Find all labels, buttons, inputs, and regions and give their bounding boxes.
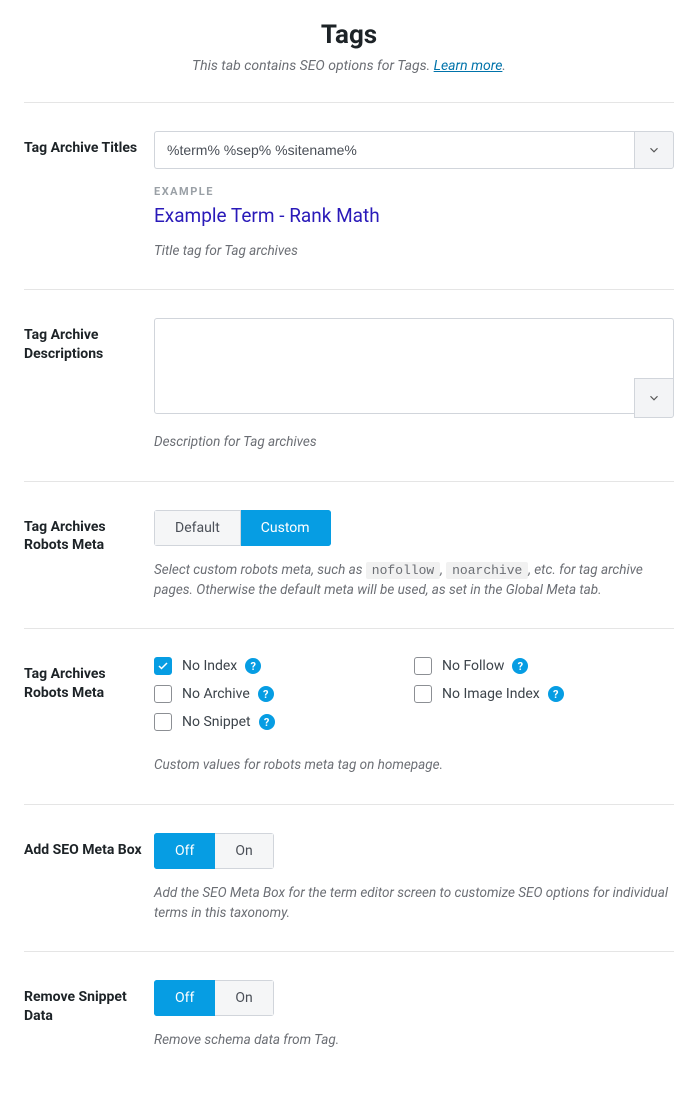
page-subtitle: This tab contains SEO options for Tags. … — [24, 58, 674, 74]
help-icon[interactable]: ? — [245, 658, 261, 674]
snippet-label: Remove Snippet Data — [24, 980, 154, 1050]
noindex-label: No Index — [182, 658, 237, 674]
nofollow-checkbox[interactable] — [414, 657, 432, 675]
tag-titles-help: Title tag for Tag archives — [154, 241, 674, 261]
metabox-help: Add the SEO Meta Box for the term editor… — [154, 883, 674, 924]
noimageindex-checkbox[interactable] — [414, 685, 432, 703]
snippet-help: Remove schema data from Tag. — [154, 1030, 674, 1050]
chevron-down-icon — [647, 143, 661, 157]
robots-checks-help: Custom values for robots meta tag on hom… — [154, 755, 674, 775]
page-title: Tags — [24, 20, 674, 50]
tag-titles-label: Tag Archive Titles — [24, 131, 154, 261]
robots-default-button[interactable]: Default — [154, 510, 241, 546]
tag-desc-textarea[interactable] — [154, 318, 674, 414]
snippet-off-button[interactable]: Off — [154, 980, 215, 1016]
example-label: EXAMPLE — [154, 185, 674, 198]
help-icon[interactable]: ? — [259, 714, 275, 730]
noarchive-checkbox[interactable] — [154, 685, 172, 703]
example-preview: Example Term - Rank Math — [154, 204, 674, 227]
help-icon[interactable]: ? — [548, 686, 564, 702]
metabox-label: Add SEO Meta Box — [24, 833, 154, 924]
robots-type-help: Select custom robots meta, such as nofol… — [154, 560, 674, 601]
tag-desc-label: Tag Archive Descriptions — [24, 318, 154, 452]
tag-desc-dropdown[interactable] — [634, 378, 674, 418]
help-icon[interactable]: ? — [258, 686, 274, 702]
nofollow-label: No Follow — [442, 658, 504, 674]
tag-titles-dropdown[interactable] — [634, 131, 674, 169]
metabox-on-button[interactable]: On — [215, 833, 273, 869]
robots-checks-label: Tag Archives Robots Meta — [24, 657, 154, 775]
snippet-on-button[interactable]: On — [215, 980, 273, 1016]
noindex-checkbox[interactable] — [154, 657, 172, 675]
tag-desc-help: Description for Tag archives — [154, 432, 674, 452]
robots-custom-button[interactable]: Custom — [241, 510, 331, 546]
noarchive-label: No Archive — [182, 686, 250, 702]
chevron-down-icon — [647, 391, 661, 405]
robots-meta-type-label: Tag Archives Robots Meta — [24, 510, 154, 601]
nosnippet-checkbox[interactable] — [154, 713, 172, 731]
nosnippet-label: No Snippet — [182, 714, 251, 730]
tag-titles-input[interactable] — [154, 131, 634, 169]
metabox-off-button[interactable]: Off — [154, 833, 215, 869]
help-icon[interactable]: ? — [512, 658, 528, 674]
learn-more-link[interactable]: Learn more — [434, 58, 503, 74]
noimageindex-label: No Image Index — [442, 686, 540, 702]
